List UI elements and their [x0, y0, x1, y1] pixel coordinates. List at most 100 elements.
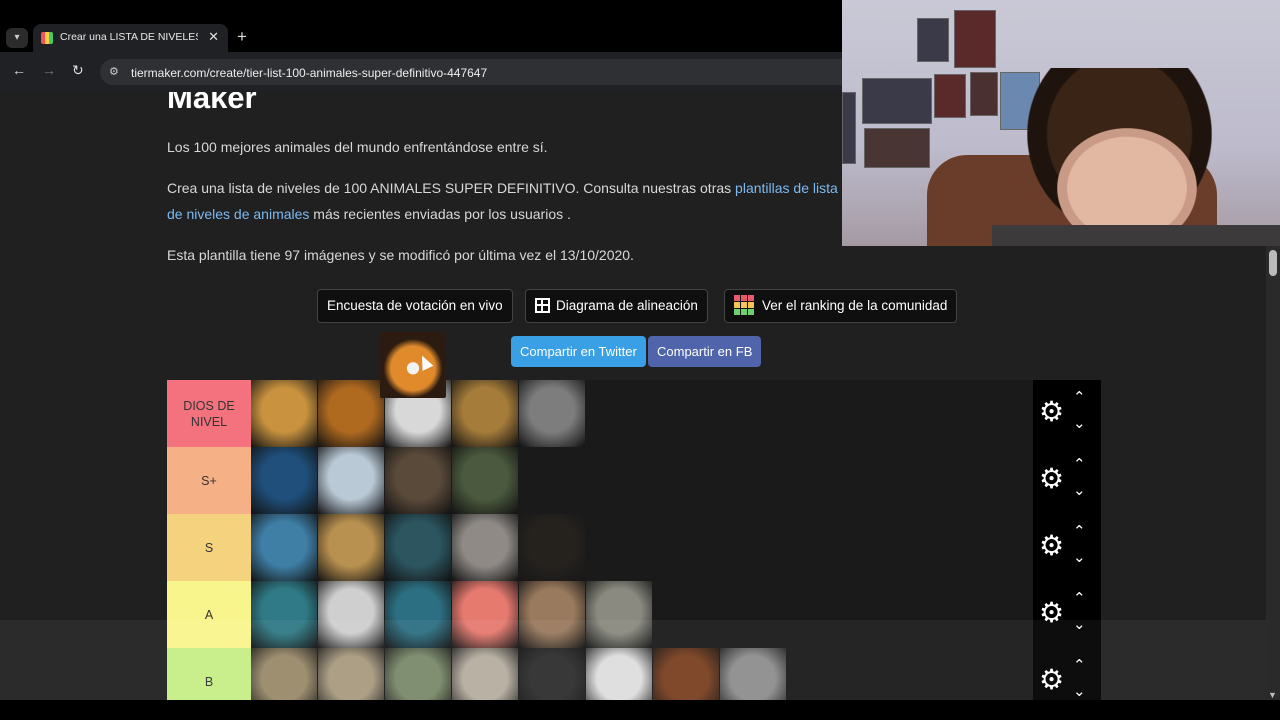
- tier-row: DIOS DE NIVEL ⚙ ⌃ ⌄: [167, 380, 1101, 447]
- move-up-chevron-icon[interactable]: ⌃: [1073, 388, 1086, 406]
- move-down-chevron-icon[interactable]: ⌄: [1073, 481, 1086, 499]
- template-info-paragraph: Crea una lista de niveles de 100 ANIMALE…: [167, 175, 857, 227]
- tier-label[interactable]: S+: [167, 447, 251, 514]
- dolphin-tile[interactable]: [251, 514, 317, 581]
- kangaroo-tile[interactable]: [519, 581, 585, 648]
- tier-controls: ⚙ ⌃ ⌄: [1033, 648, 1101, 700]
- tier-label[interactable]: A: [167, 581, 251, 648]
- tier-row: S ⚙ ⌃ ⌄: [167, 514, 1101, 581]
- back-button[interactable]: ←: [12, 62, 26, 78]
- page-scrollbar[interactable]: ▼: [1266, 242, 1280, 700]
- tab-list-button[interactable]: ▾: [6, 28, 28, 48]
- address-bar[interactable]: ⚙ tiermaker.com/create/tier-list-100-ani…: [100, 59, 860, 85]
- scroll-thumb[interactable]: [1269, 250, 1277, 276]
- tier-row: S+ ⚙ ⌃ ⌄: [167, 447, 1101, 514]
- seahorse-tile[interactable]: [385, 514, 451, 581]
- tier-label[interactable]: S: [167, 514, 251, 581]
- squirrel-tile[interactable]: [720, 648, 786, 700]
- url-text[interactable]: tiermaker.com/create/tier-list-100-anima…: [131, 66, 487, 80]
- browser-tab[interactable]: Crear una LISTA DE NIVELES 100 ✕: [33, 24, 228, 52]
- gorilla-tile[interactable]: [519, 648, 585, 700]
- live-vote-label: Encuesta de votación en vivo: [327, 298, 503, 313]
- tier-items-dropzone[interactable]: [251, 581, 1033, 648]
- leopard-tile[interactable]: [452, 380, 518, 447]
- eagle-tile[interactable]: [385, 447, 451, 514]
- move-up-chevron-icon[interactable]: ⌃: [1073, 522, 1086, 540]
- wall-poster: [842, 92, 856, 164]
- tab-title: Crear una LISTA DE NIVELES 100: [60, 31, 198, 43]
- community-ranking-label: Ver el ranking de la comunidad: [762, 298, 948, 313]
- paragraph-text-start: Crea una lista de niveles de 100 ANIMALE…: [167, 180, 736, 196]
- gear-icon[interactable]: ⚙: [1039, 666, 1064, 694]
- wall-poster: [917, 18, 949, 62]
- zebra-tile[interactable]: [318, 581, 384, 648]
- wall-poster: [934, 74, 966, 118]
- tier-items-dropzone[interactable]: [251, 514, 1033, 581]
- penguin-tile[interactable]: [318, 447, 384, 514]
- gear-icon[interactable]: ⚙: [1039, 398, 1064, 426]
- orca-tile[interactable]: [251, 447, 317, 514]
- giraffe-tile[interactable]: [318, 514, 384, 581]
- crocodile-tile[interactable]: [452, 447, 518, 514]
- dragged-tiger-tile[interactable]: [380, 332, 446, 398]
- manta-ray-tile[interactable]: [251, 581, 317, 648]
- share-twitter-button[interactable]: Compartir en Twitter: [511, 336, 646, 367]
- tier-label[interactable]: DIOS DE NIVEL: [167, 380, 251, 447]
- octopus-tile[interactable]: [385, 581, 451, 648]
- alignment-chart-label: Diagrama de alineación: [556, 298, 698, 313]
- hedgehog-tile[interactable]: [318, 648, 384, 700]
- alignment-chart-button[interactable]: Diagrama de alineación: [525, 289, 708, 323]
- webcam-overlay: [842, 0, 1280, 246]
- template-description: Los 100 mejores animales del mundo enfre…: [167, 139, 548, 155]
- wolf-tile[interactable]: [519, 380, 585, 447]
- tier-row: A ⚙ ⌃ ⌄: [167, 581, 1101, 648]
- move-down-chevron-icon[interactable]: ⌄: [1073, 414, 1086, 432]
- deer-tile[interactable]: [653, 648, 719, 700]
- dog-tile[interactable]: [251, 380, 317, 447]
- tiger-tile[interactable]: [519, 514, 585, 581]
- scroll-down-arrow-icon[interactable]: ▼: [1268, 690, 1277, 700]
- gear-icon[interactable]: ⚙: [1039, 465, 1064, 493]
- page-title: Maker: [167, 92, 257, 115]
- snake-tile[interactable]: [385, 648, 451, 700]
- tier-items-dropzone[interactable]: [251, 648, 1033, 700]
- move-up-chevron-icon[interactable]: ⌃: [1073, 455, 1086, 473]
- wall-poster: [862, 78, 932, 124]
- lion-tile[interactable]: [318, 380, 384, 447]
- gear-icon[interactable]: ⚙: [1039, 599, 1064, 627]
- koala-tile[interactable]: [452, 514, 518, 581]
- tier-controls: ⚙ ⌃ ⌄: [1033, 514, 1101, 581]
- wall-poster: [864, 128, 930, 168]
- close-tab-icon[interactable]: ✕: [208, 29, 219, 45]
- tier-controls: ⚙ ⌃ ⌄: [1033, 380, 1101, 447]
- tiermaker-favicon-icon: [41, 32, 53, 44]
- move-down-chevron-icon[interactable]: ⌄: [1073, 548, 1086, 566]
- sloth-tile[interactable]: [586, 581, 652, 648]
- grid-icon: [535, 298, 550, 313]
- wall-poster: [970, 72, 998, 116]
- rabbit-tile[interactable]: [251, 648, 317, 700]
- person-shirt: [992, 225, 1280, 246]
- new-tab-button[interactable]: +: [237, 27, 247, 47]
- live-vote-button[interactable]: Encuesta de votación en vivo: [317, 289, 513, 323]
- tier-items-dropzone[interactable]: [251, 447, 1033, 514]
- move-down-chevron-icon[interactable]: ⌄: [1073, 615, 1086, 633]
- reload-button[interactable]: ↻: [72, 62, 84, 79]
- cow-tile[interactable]: [586, 648, 652, 700]
- move-up-chevron-icon[interactable]: ⌃: [1073, 589, 1086, 607]
- move-up-chevron-icon[interactable]: ⌃: [1073, 656, 1086, 674]
- tier-items-dropzone[interactable]: [251, 380, 1033, 447]
- screen-bottom-bar: [0, 700, 1280, 720]
- tier-label[interactable]: B: [167, 648, 251, 700]
- tier-grid-icon: [734, 295, 754, 315]
- forward-button[interactable]: →: [42, 62, 56, 78]
- goat-tile[interactable]: [452, 648, 518, 700]
- share-facebook-button[interactable]: Compartir en FB: [648, 336, 762, 367]
- gear-icon[interactable]: ⚙: [1039, 532, 1064, 560]
- community-ranking-button[interactable]: Ver el ranking de la comunidad: [724, 289, 958, 323]
- site-info-icon[interactable]: ⚙: [109, 65, 119, 78]
- move-down-chevron-icon[interactable]: ⌄: [1073, 682, 1086, 700]
- flamingo-tile[interactable]: [452, 581, 518, 648]
- tier-controls: ⚙ ⌃ ⌄: [1033, 581, 1101, 648]
- tier-row: B ⚙ ⌃ ⌄: [167, 648, 1101, 700]
